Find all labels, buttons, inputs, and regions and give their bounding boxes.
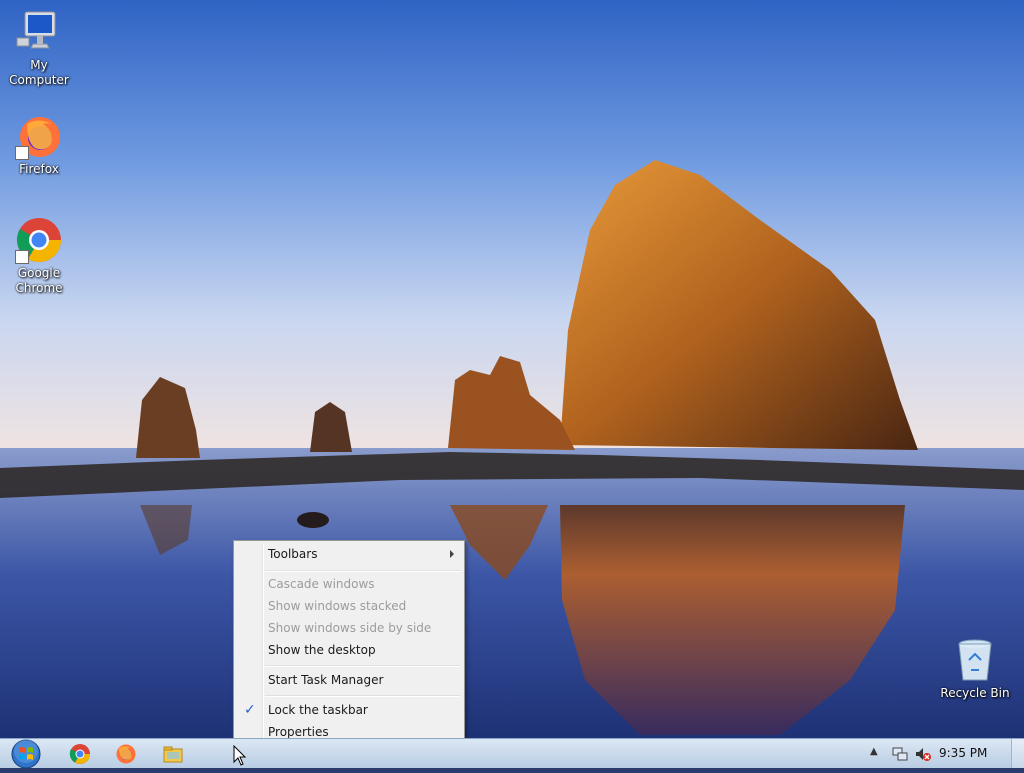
menu-item-label: Show windows stacked (268, 599, 407, 613)
desktop-icon-my-computer[interactable]: My Computer (0, 8, 78, 88)
menu-separator (265, 695, 460, 697)
taskbar-app-chrome[interactable] (68, 742, 92, 766)
desktop-icon-recycle-bin[interactable]: Recycle Bin (936, 636, 1014, 701)
desktop-wallpaper (0, 0, 1024, 768)
menu-separator (265, 665, 460, 667)
firefox-icon (15, 112, 63, 160)
menu-item-label: Cascade windows (268, 577, 375, 591)
menu-item-label: Lock the taskbar (268, 703, 368, 717)
menu-item-toolbars[interactable]: Toolbars (236, 543, 462, 565)
desktop-icon-firefox[interactable]: Firefox (0, 112, 78, 177)
desktop-icon-label: Firefox (19, 162, 59, 176)
desktop-icon-label: Recycle Bin (940, 686, 1010, 700)
menu-item-show-windows-side-by-side[interactable]: Show windows side by side (236, 617, 462, 639)
menu-item-show-windows-stacked[interactable]: Show windows stacked (236, 595, 462, 617)
checkmark-icon: ✓ (244, 702, 256, 718)
taskbar[interactable]: ▲ 9:35 PM (0, 738, 1024, 769)
network-icon[interactable] (892, 746, 908, 762)
firefox-icon (116, 744, 136, 764)
menu-item-label: Show windows side by side (268, 621, 432, 635)
desktop-icon-label: My Computer (9, 58, 69, 87)
recycle-bin-icon (951, 636, 999, 684)
taskbar-context-menu: Toolbars Cascade windows Show windows st… (233, 540, 465, 745)
show-hidden-icons-arrow[interactable]: ▲ (870, 746, 878, 757)
desktop-icon-label: Google Chrome (15, 266, 63, 295)
windows-logo-icon (11, 739, 41, 769)
shortcut-arrow-icon (15, 250, 29, 264)
taskbar-app-file-explorer[interactable] (161, 742, 185, 766)
computer-icon (15, 8, 63, 56)
submenu-arrow-icon (450, 550, 454, 558)
menu-item-label: Start Task Manager (268, 673, 384, 687)
taskbar-app-firefox[interactable] (114, 742, 138, 766)
desktop-icon-google-chrome[interactable]: Google Chrome (0, 216, 78, 296)
mouse-cursor-icon (233, 745, 247, 766)
show-desktop-button[interactable] (1011, 739, 1024, 768)
start-button[interactable] (8, 739, 44, 769)
chrome-icon (15, 216, 63, 264)
menu-item-start-task-manager[interactable]: Start Task Manager (236, 669, 462, 691)
menu-item-label: Show the desktop (268, 643, 376, 657)
menu-item-lock-the-taskbar[interactable]: ✓ Lock the taskbar (236, 699, 462, 721)
shortcut-arrow-icon (15, 146, 29, 160)
menu-separator (265, 570, 460, 572)
taskbar-clock[interactable]: 9:35 PM (939, 746, 987, 760)
menu-item-show-the-desktop[interactable]: Show the desktop (236, 639, 462, 661)
menu-item-label: Toolbars (268, 547, 318, 561)
volume-muted-icon[interactable] (915, 746, 931, 762)
menu-item-cascade-windows[interactable]: Cascade windows (236, 573, 462, 595)
chrome-icon (69, 744, 90, 764)
file-explorer-icon (163, 746, 183, 763)
